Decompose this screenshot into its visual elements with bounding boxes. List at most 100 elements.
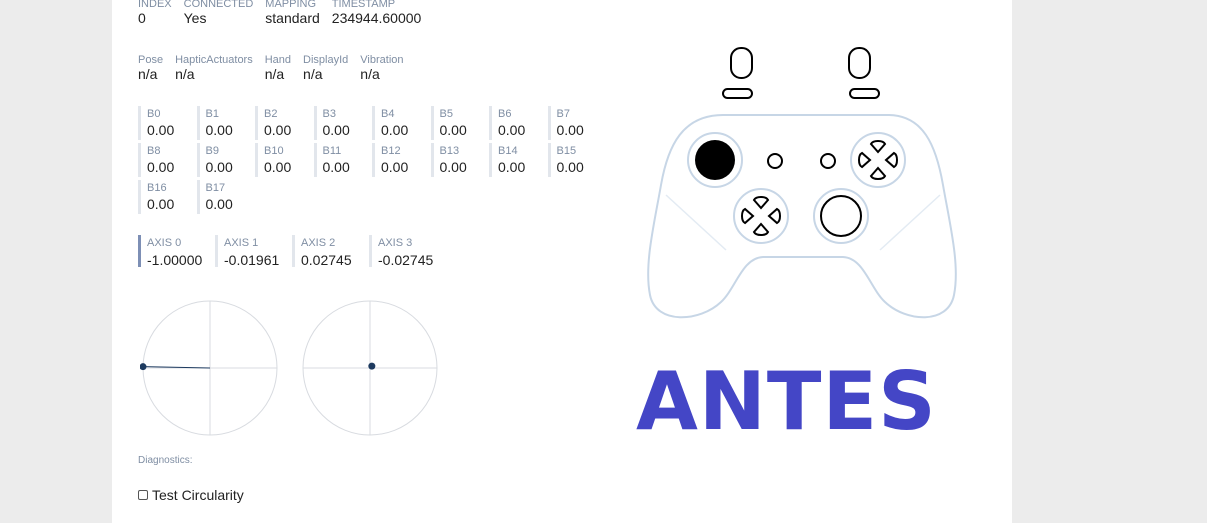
right-stick-plot (302, 300, 438, 436)
button-label: B13 (439, 145, 460, 157)
button-label: B4 (381, 108, 395, 120)
overlay-label: ANTES (636, 355, 937, 448)
axis-label: AXIS 2 (301, 237, 336, 249)
button-values-grid: B0 0.00 B1 0.00 B2 0.00 B3 0.00 B4 0.00 B5 0.0… (138, 106, 602, 214)
display-id-value: n/a (303, 66, 323, 82)
button-cell: B6 0.00 (489, 106, 544, 140)
right-stick-ring (813, 188, 869, 244)
view-button (767, 153, 783, 169)
checkbox-box[interactable] (138, 490, 148, 500)
button-value: 0.00 (147, 122, 175, 138)
button-value: 0.00 (147, 159, 175, 175)
mapping-label: MAPPING (265, 0, 317, 10)
face-buttons (858, 140, 898, 180)
button-cell: B5 0.00 (430, 106, 486, 140)
button-value: 0.00 (498, 122, 526, 138)
axis-value: -0.02745 (378, 252, 434, 268)
button-cell: B13 0.00 (430, 143, 486, 177)
connected-value: Yes (183, 10, 207, 26)
controller-grip-line-right (879, 194, 941, 251)
button-value: 0.00 (381, 122, 409, 138)
button-value: 0.00 (439, 122, 467, 138)
gamepad-info-row: INDEX 0 CONNECTED Yes MAPPING standard T… (138, 0, 433, 26)
button-value: 0.00 (205, 196, 233, 212)
axis-cell: AXIS 0 -1.00000 (138, 235, 212, 268)
haptic-actuators-label: HapticActuators (175, 54, 253, 66)
button-value: 0.00 (205, 159, 233, 175)
button-label: B3 (322, 108, 336, 120)
button-label: B9 (205, 145, 219, 157)
axis-values-row: AXIS 0 -1.00000 AXIS 1 -0.01961 AXIS 2 0.02… (138, 235, 446, 268)
connected-label: CONNECTED (183, 0, 254, 10)
timestamp-label: TIMESTAMP (331, 0, 396, 10)
haptic-actuators-field: HapticActuators n/a (175, 54, 253, 82)
button-value: 0.00 (322, 159, 350, 175)
controller-grip-line-left (665, 194, 727, 251)
menu-button (820, 153, 836, 169)
diagnostics-label: Diagnostics: (138, 455, 193, 466)
button-cell: B9 0.00 (196, 143, 252, 177)
axis-cell: AXIS 3 -0.02745 (369, 235, 443, 268)
left-trigger (730, 47, 753, 79)
button-cell: B12 0.00 (372, 143, 427, 177)
axis-value: 0.02745 (301, 252, 352, 268)
left-stick-plot (140, 300, 278, 436)
button-value: 0.00 (381, 159, 409, 175)
right-stick-button (820, 195, 862, 237)
button-cell: B15 0.00 (547, 143, 603, 177)
button-label: B5 (439, 108, 453, 120)
button-cell: B1 0.00 (196, 106, 252, 140)
display-id-field: DisplayId n/a (303, 54, 348, 82)
axis-cell: AXIS 1 -0.01961 (215, 235, 289, 268)
button-value: 0.00 (264, 122, 292, 138)
button-label: B14 (498, 145, 518, 157)
timestamp-value: 234944.60000 (331, 10, 422, 26)
button-label: B15 (556, 145, 577, 157)
button-label: B8 (147, 145, 161, 157)
mapping-field: MAPPING standard (265, 0, 319, 26)
button-cell: B2 0.00 (255, 106, 310, 140)
pose-value: n/a (138, 66, 158, 82)
right-bumper (849, 88, 880, 99)
index-label: INDEX (138, 0, 172, 10)
button-cell: B16 0.00 (138, 180, 193, 214)
vibration-field: Vibration n/a (360, 54, 403, 82)
stick-visualizers (140, 300, 438, 436)
right-trigger (848, 47, 871, 79)
axis-cell: AXIS 2 0.02745 (292, 235, 366, 268)
button-value: 0.00 (556, 159, 584, 175)
button-value: 0.00 (205, 122, 233, 138)
button-label: B6 (498, 108, 512, 120)
haptic-actuators-value: n/a (175, 66, 195, 82)
button-cell: B0 0.00 (138, 106, 193, 140)
dpad-icon (741, 196, 781, 236)
button-value: 0.00 (147, 196, 175, 212)
button-cell: B14 0.00 (489, 143, 544, 177)
test-circularity-label: Test Circularity (152, 487, 244, 503)
axis-label: AXIS 3 (378, 237, 413, 249)
button-cell: B7 0.00 (547, 106, 603, 140)
button-value: 0.00 (322, 122, 350, 138)
right-stick-dot (368, 362, 376, 370)
button-cell: B4 0.00 (372, 106, 427, 140)
hand-value: n/a (264, 66, 285, 82)
axis-label: AXIS 1 (224, 237, 259, 249)
display-id-label: DisplayId (303, 54, 349, 66)
button-label: B17 (205, 182, 226, 194)
test-circularity-checkbox[interactable]: Test Circularity (138, 487, 244, 503)
button-value: 0.00 (264, 159, 292, 175)
vibration-value: n/a (360, 66, 380, 82)
controller-diagram (647, 47, 957, 319)
axis-value: -1.00000 (147, 252, 203, 268)
left-stick-button (695, 140, 735, 180)
button-value: 0.00 (498, 159, 526, 175)
axis-value: -0.01961 (224, 252, 280, 268)
button-cell: B17 0.00 (196, 180, 252, 214)
button-cell: B8 0.00 (138, 143, 193, 177)
index-value: 0 (138, 10, 146, 26)
button-label: B1 (205, 108, 219, 120)
vibration-label: Vibration (360, 54, 404, 66)
button-cell: B10 0.00 (255, 143, 310, 177)
index-field: INDEX 0 (138, 0, 172, 26)
pose-label: Pose (138, 54, 164, 66)
